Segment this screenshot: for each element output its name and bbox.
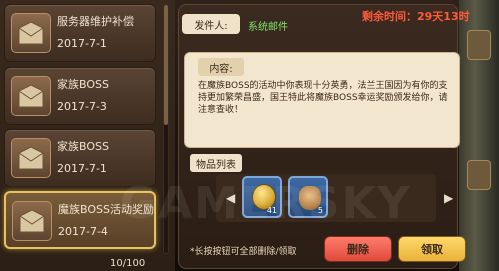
envelope-icon	[11, 13, 51, 53]
scroll-left-icon[interactable]: ◀	[226, 191, 235, 205]
envelope-icon	[11, 76, 51, 116]
item-quantity: 41	[266, 206, 277, 215]
side-decoration	[467, 30, 491, 60]
mail-title: 魔族BOSS活动奖励	[58, 203, 154, 216]
claim-button[interactable]: 领取	[398, 236, 466, 262]
content-text: 在魔族BOSS的活动中你表现十分英勇，法兰王国因为有你的支持更加繁荣昌盛，国王特…	[198, 81, 448, 115]
mail-title: 家族BOSS	[57, 78, 109, 91]
scroll-right-icon[interactable]: ▶	[444, 191, 453, 205]
delete-button[interactable]: 删除	[324, 236, 392, 262]
side-decoration	[467, 160, 491, 190]
mail-title: 服务器维护补偿	[57, 15, 134, 28]
mail-list-scrollbar[interactable]	[163, 4, 169, 254]
mail-item[interactable]: 服务器维护补偿 2017-7-1	[4, 4, 156, 62]
mail-list-panel: 服务器维护补偿 2017-7-1 家族BOSS 2017-7-3 家族BOSS …	[0, 0, 175, 271]
envelope-icon	[11, 138, 51, 178]
scrollbar-thumb[interactable]	[164, 5, 168, 125]
mail-item-selected[interactable]: 魔族BOSS活动奖励 2017-7-4	[4, 191, 156, 249]
hint-text: *长按按钮可全部删除/领取	[190, 247, 297, 257]
items-label: 物品列表	[190, 154, 242, 172]
mail-item[interactable]: 家族BOSS 2017-7-1	[4, 129, 156, 187]
mail-count: 10/100	[110, 258, 146, 269]
remaining-time: 剩余时间：29天13时	[362, 10, 470, 23]
mail-date: 2017-7-1	[57, 162, 107, 175]
content-label: 内容:	[198, 58, 244, 76]
item-quantity: 5	[317, 206, 323, 215]
envelope-icon	[12, 201, 52, 241]
item-slot[interactable]: 5	[288, 176, 328, 218]
mail-title: 家族BOSS	[57, 140, 109, 153]
mail-date: 2017-7-4	[58, 225, 108, 238]
background-scenery	[459, 0, 499, 271]
sender-label: 发件人:	[182, 14, 240, 34]
item-slot[interactable]: 41	[242, 176, 282, 218]
sender-value: 系统邮件	[248, 22, 288, 33]
mail-date: 2017-7-3	[57, 100, 107, 113]
mail-item[interactable]: 家族BOSS 2017-7-3	[4, 67, 156, 125]
mail-date: 2017-7-1	[57, 37, 107, 50]
